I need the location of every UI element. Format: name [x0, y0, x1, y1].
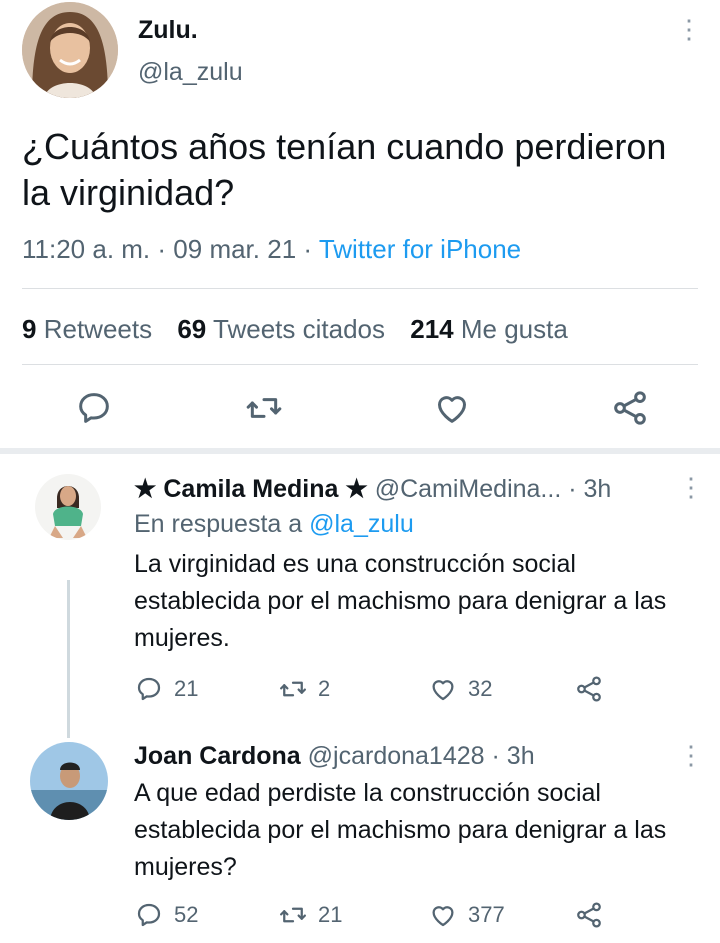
retweet-count: 21 [318, 902, 343, 927]
reply-icon [137, 903, 161, 927]
retweet-icon [280, 681, 306, 697]
reply-time: 3h [506, 742, 535, 770]
more-icon[interactable]: ⋮ [678, 474, 704, 500]
share-icon [577, 676, 601, 702]
tweet-time: 11:20 a. m. [22, 234, 151, 264]
author-name[interactable]: Zulu. [138, 16, 198, 45]
reply-author-handle[interactable]: @CamiMedina... [375, 475, 562, 503]
share-icon[interactable] [610, 388, 650, 428]
avatar-camila[interactable] [35, 474, 101, 540]
reply-button[interactable]: 21 [134, 674, 198, 704]
meta-separator: · [491, 742, 500, 770]
author-handle[interactable]: @la_zulu [138, 58, 243, 87]
retweets-stat[interactable]: 9 Retweets [22, 314, 152, 344]
reply-header: ★ Camila Medina ★ @CamiMedina... · 3h [134, 474, 611, 504]
reply-author-name[interactable]: ★ Camila Medina ★ [134, 475, 368, 503]
reply-button[interactable]: 52 [134, 900, 198, 930]
reply-header: Joan Cardona @jcardona1428 · 3h [134, 742, 535, 771]
reply-author-name[interactable]: Joan Cardona [134, 742, 301, 770]
meta-separator: · [568, 475, 577, 503]
reply-text: A que edad perdiste la construcción soci… [134, 779, 667, 881]
like-count: 32 [468, 676, 493, 701]
reply-author-handle[interactable]: @jcardona1428 [308, 742, 485, 770]
tweet-source[interactable]: Twitter for iPhone [319, 234, 521, 264]
reply-to-handle[interactable]: @la_zulu [309, 510, 414, 538]
like-button[interactable]: 377 [428, 900, 505, 930]
share-icon [577, 902, 601, 928]
tweet-date: 09 mar. 21 [173, 234, 297, 264]
retweet-button[interactable]: 2 [278, 674, 330, 704]
retweet-icon [280, 907, 306, 923]
reply-context: En respuesta a @la_zulu [134, 510, 414, 538]
quotes-stat[interactable]: 69 Tweets citados [177, 314, 385, 344]
like-icon [432, 906, 454, 927]
more-icon[interactable]: ⋮ [676, 16, 702, 42]
like-button[interactable]: 32 [428, 674, 492, 704]
like-count: 377 [468, 902, 505, 927]
section-separator [0, 448, 720, 454]
meta-separator: · [303, 234, 313, 264]
reply-text: La virginidad es una construcción social… [134, 550, 667, 652]
divider [22, 288, 698, 289]
tweet-text: ¿Cuántos años tenían cuando perdieron la… [22, 126, 667, 213]
like-icon[interactable] [432, 388, 472, 428]
likes-stat[interactable]: 214 Me gusta [410, 314, 568, 344]
like-icon [432, 680, 454, 701]
more-icon[interactable]: ⋮ [678, 742, 704, 768]
reply-count: 21 [174, 676, 199, 701]
retweet-icon[interactable] [244, 388, 284, 428]
reply-icon[interactable] [74, 388, 114, 428]
reply-count: 52 [174, 902, 199, 927]
retweet-count: 2 [318, 676, 331, 701]
share-button[interactable] [574, 674, 614, 704]
tweet-meta: 11:20 a. m. · 09 mar. 21 · Twitter for i… [22, 234, 521, 265]
thread-line [67, 580, 70, 738]
avatar-zulu[interactable] [22, 2, 118, 98]
retweet-button[interactable]: 21 [278, 900, 342, 930]
divider [22, 364, 698, 365]
tweet-stats: 9 Retweets 69 Tweets citados 214 Me gust… [22, 314, 568, 345]
share-button[interactable] [574, 900, 614, 930]
avatar-joan[interactable] [30, 742, 108, 820]
meta-separator: · [157, 234, 167, 264]
reply-time: 3h [583, 475, 612, 503]
reply-icon [137, 677, 161, 701]
